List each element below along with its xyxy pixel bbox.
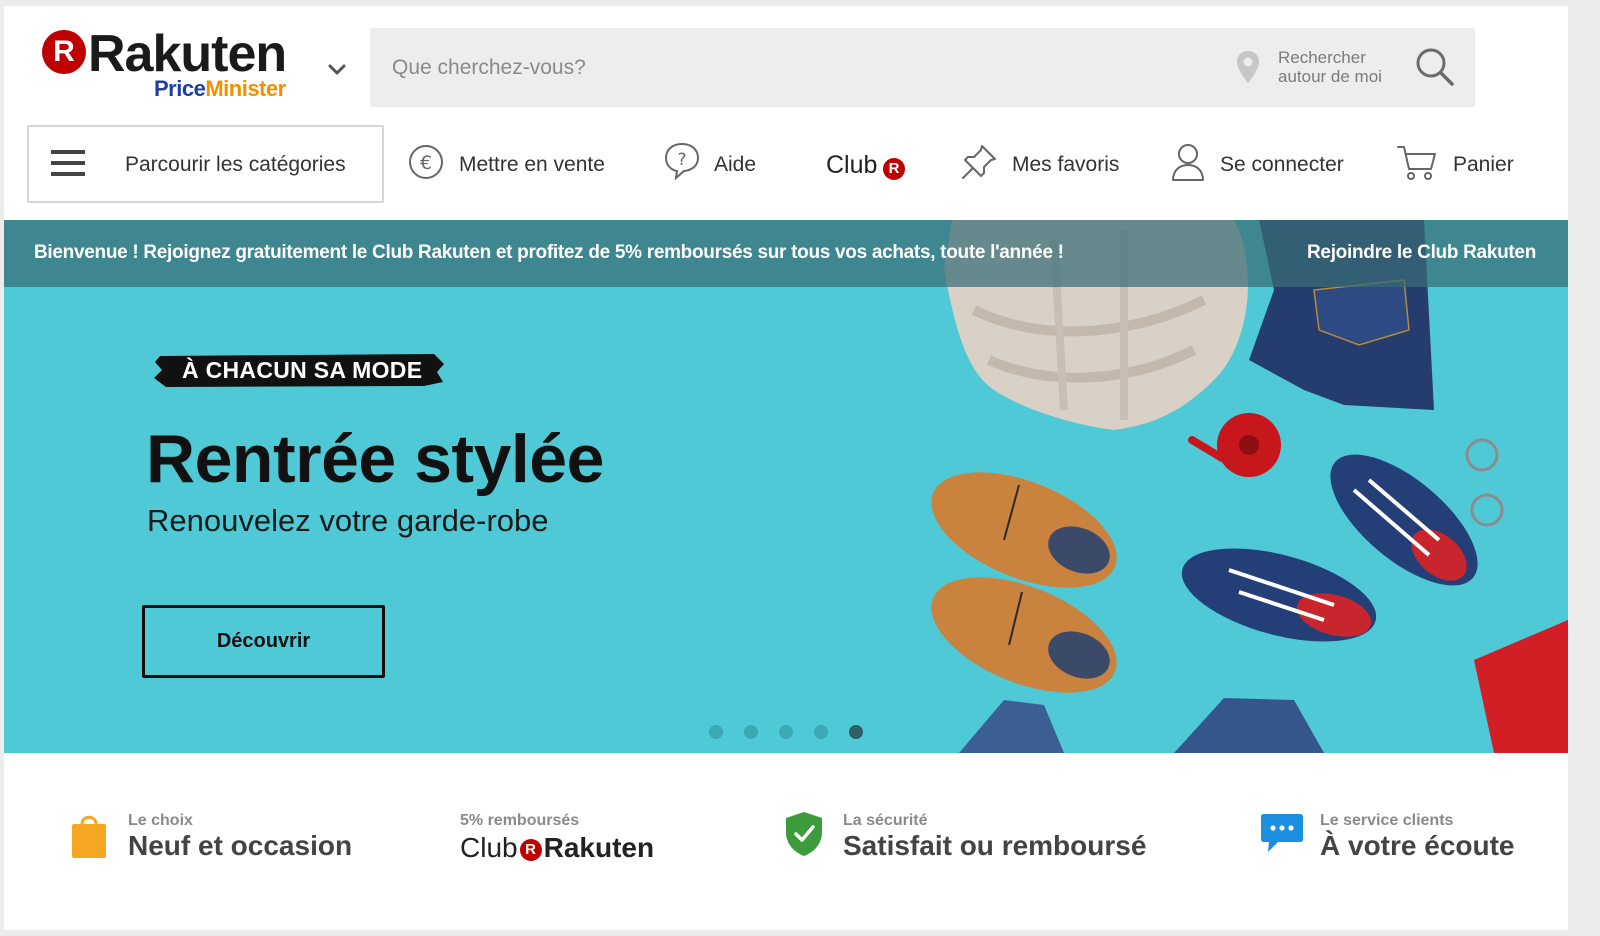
feature-support-title: À votre écoute <box>1320 830 1515 861</box>
hero-title: Rentrée stylée <box>146 421 604 497</box>
sell-label: Mettre en vente <box>459 153 605 176</box>
search-near-me[interactable]: Rechercher autour de moi <box>1236 46 1406 90</box>
search-input[interactable] <box>370 28 1220 107</box>
club-promo-strip: Bienvenue ! Rejoignez gratuitement le Cl… <box>4 220 1568 287</box>
login-label: Se connecter <box>1220 153 1344 176</box>
near-me-label: Rechercher autour de moi <box>1278 48 1382 86</box>
chat-bubble-icon <box>1261 814 1303 852</box>
rakuten-logo[interactable]: R Rakuten PriceMinister <box>42 25 312 106</box>
feature-security-title: Satisfait ou remboursé <box>843 830 1147 861</box>
chevron-down-icon[interactable] <box>326 58 348 80</box>
club-label: Club <box>826 151 878 179</box>
login-link[interactable]: Se connecter <box>1170 124 1350 204</box>
cart-label: Panier <box>1453 153 1514 176</box>
pin-icon <box>962 145 996 179</box>
hero-banner[interactable]: Bienvenue ! Rejoignez gratuitement le Cl… <box>4 220 1568 753</box>
shopping-cart-icon <box>1397 146 1436 180</box>
help-bubble-icon: ? <box>664 142 700 180</box>
club-r-badge: R <box>883 158 905 180</box>
carousel-dot-2[interactable] <box>744 725 758 739</box>
feature-security: La sécurité Satisfait ou remboursé <box>784 802 1164 872</box>
carousel-dot-1[interactable] <box>709 725 723 739</box>
euro-coin-icon: € <box>409 145 443 179</box>
carousel-dots <box>704 725 874 739</box>
logo-subbrand: PriceMinister <box>154 76 286 101</box>
svg-text:€: € <box>420 152 432 174</box>
hero-tag-label: À CHACUN SA MODE <box>182 357 423 383</box>
club-rakuten-link[interactable]: Club R <box>826 124 916 204</box>
discover-button[interactable]: Découvrir <box>142 605 385 678</box>
hamburger-menu-icon <box>51 150 85 176</box>
shopping-bag-icon <box>72 815 106 858</box>
location-pin-icon <box>1237 51 1259 83</box>
feature-cashback-caption: 5% remboursés <box>460 812 580 829</box>
help-link[interactable]: ? Aide <box>664 124 764 204</box>
club-rakuten-logo: Club R Rakuten <box>460 832 655 863</box>
logo-wordmark: Rakuten <box>88 25 287 83</box>
feature-choice-caption: Le choix <box>128 812 193 829</box>
feature-choice: Le choix Neuf et occasion <box>70 802 370 872</box>
help-label: Aide <box>714 153 757 176</box>
feature-security-caption: La sécurité <box>843 812 928 829</box>
page: R Rakuten PriceMinister Rechercher autou… <box>4 6 1568 930</box>
promo-text: Bienvenue ! Rejoignez gratuitement le Cl… <box>34 242 1064 263</box>
sell-link[interactable]: € Mettre en vente <box>408 124 614 204</box>
feature-support-caption: Le service clients <box>1320 812 1454 829</box>
feature-support: Le service clients À votre écoute <box>1260 802 1560 872</box>
search-icon[interactable] <box>1414 46 1456 88</box>
browse-categories-button[interactable]: Parcourir les catégories <box>27 125 384 203</box>
feature-cashback: 5% remboursés Club R Rakuten <box>460 802 680 872</box>
carousel-dot-5[interactable] <box>849 725 863 739</box>
hero-subtitle: Renouvelez votre garde-robe <box>147 503 549 538</box>
logo-r-badge: R <box>42 30 86 74</box>
shield-check-icon <box>786 812 822 856</box>
favorites-label: Mes favoris <box>1012 153 1120 176</box>
carousel-dot-3[interactable] <box>779 725 793 739</box>
svg-text:?: ? <box>677 150 686 170</box>
join-club-link[interactable]: Rejoindre le Club Rakuten <box>1307 242 1536 264</box>
cart-link[interactable]: Panier <box>1396 124 1520 204</box>
hero-tag: À CHACUN SA MODE <box>154 352 444 388</box>
browse-categories-label: Parcourir les catégories <box>125 153 346 176</box>
carousel-dot-4[interactable] <box>814 725 828 739</box>
feature-choice-title: Neuf et occasion <box>128 830 353 861</box>
user-icon <box>1172 144 1204 181</box>
favorites-link[interactable]: Mes favoris <box>960 124 1130 204</box>
search-bar: Rechercher autour de moi <box>370 28 1475 107</box>
